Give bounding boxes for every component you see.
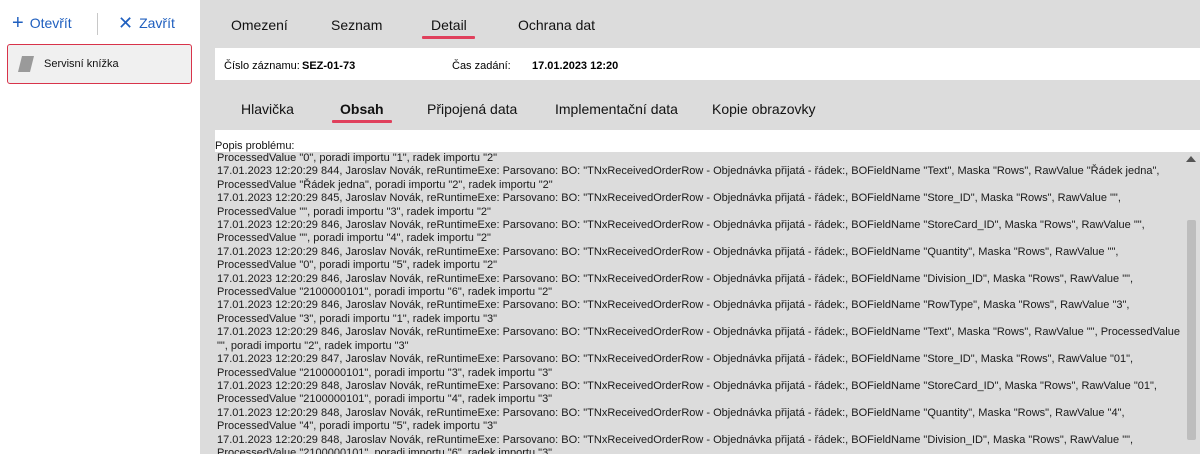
- text-line: ProcessedValue "", poradi importu "3", r…: [217, 205, 491, 218]
- text-line: ProcessedValue "", poradi importu "4", r…: [217, 232, 491, 245]
- record-info-bar: Číslo záznamu: SEZ-01-73 Čas zadání: 17.…: [215, 48, 1200, 80]
- tab-kopie-obrazovky[interactable]: Kopie obrazovky: [712, 101, 816, 117]
- text-line: 17.01.2023 12:20:29 846, Jaroslav Novák,…: [217, 219, 1145, 232]
- scrollbar-thumb[interactable]: [1187, 220, 1196, 440]
- text-line: ProcessedValue "2100000101", poradi impo…: [217, 393, 553, 406]
- problem-description-textarea[interactable]: ProcessedValue "0", poradi importu "1", …: [215, 152, 1200, 454]
- text-line: 17.01.2023 12:20:29 844, Jaroslav Novák,…: [217, 165, 1160, 178]
- open-button[interactable]: + Otevřít: [12, 13, 72, 33]
- text-line: ProcessedValue "0", poradi importu "5", …: [217, 259, 498, 272]
- tab-obsah[interactable]: Obsah: [332, 101, 392, 123]
- left-panel: + Otevřít ✕ Zavřít Servisní knížka: [0, 0, 200, 454]
- plus-icon: +: [12, 12, 24, 34]
- scroll-up-arrow-icon[interactable]: [1186, 156, 1196, 162]
- text-line: "", poradi importu "2", radek importu "3…: [217, 339, 409, 352]
- record-time-label: Čas zadání:: [452, 60, 511, 72]
- tab-pripojena-data[interactable]: Připojená data: [427, 101, 517, 117]
- text-line: ProcessedValue "2100000101", poradi impo…: [217, 446, 553, 454]
- sub-tab-bar: Hlavička Obsah Připojená data Implementa…: [200, 80, 1200, 130]
- content-area: Popis problému: ProcessedValue "0", pora…: [215, 130, 1200, 454]
- record-number-label: Číslo záznamu:: [224, 60, 300, 72]
- text-line: 17.01.2023 12:20:29 847, Jaroslav Novák,…: [217, 353, 1134, 366]
- record-time-value: 17.01.2023 12:20: [532, 60, 619, 72]
- close-button[interactable]: ✕ Zavřít: [118, 13, 175, 33]
- text-line: ProcessedValue "0", poradi importu "1", …: [217, 152, 498, 164]
- x-icon: ✕: [118, 13, 134, 33]
- text-line: 17.01.2023 12:20:29 846, Jaroslav Novák,…: [217, 299, 1130, 312]
- text-line: ProcessedValue "4", poradi importu "5", …: [217, 420, 498, 433]
- tab-omezeni[interactable]: Omezení: [231, 17, 288, 33]
- toolbar-separator: [97, 13, 98, 35]
- tab-detail[interactable]: Detail: [422, 17, 475, 39]
- sidebar-item-servisni-knizka[interactable]: Servisní knížka: [7, 44, 192, 84]
- text-line: 17.01.2023 12:20:29 846, Jaroslav Novák,…: [217, 245, 1119, 258]
- text-line: ProcessedValue "Řádek jedna", poradi imp…: [217, 178, 553, 191]
- tab-hlavicka[interactable]: Hlavička: [241, 101, 294, 117]
- flag-icon: [18, 56, 34, 72]
- text-line: 17.01.2023 12:20:29 846, Jaroslav Novák,…: [217, 326, 1180, 339]
- tab-seznam[interactable]: Seznam: [331, 17, 382, 33]
- text-line: 17.01.2023 12:20:29 848, Jaroslav Novák,…: [217, 433, 1134, 446]
- record-number-value: SEZ-01-73: [302, 60, 356, 72]
- main-panel: Omezení Seznam Detail Ochrana dat Číslo …: [200, 0, 1200, 454]
- problem-description-text: ProcessedValue "0", poradi importu "1", …: [217, 152, 1180, 454]
- text-line: 17.01.2023 12:20:29 845, Jaroslav Novák,…: [217, 192, 1121, 205]
- text-line: ProcessedValue "3", poradi importu "1", …: [217, 312, 498, 325]
- top-tab-bar: Omezení Seznam Detail Ochrana dat: [200, 0, 1200, 48]
- toolbar: + Otevřít ✕ Zavřít: [0, 0, 200, 44]
- problem-description-label: Popis problému:: [215, 140, 295, 152]
- close-label: Zavřít: [139, 15, 175, 31]
- text-line: ProcessedValue "2100000101", poradi impo…: [217, 286, 553, 299]
- text-line: 17.01.2023 12:20:29 848, Jaroslav Novák,…: [217, 406, 1125, 419]
- text-line: ProcessedValue "2100000101", poradi impo…: [217, 366, 553, 379]
- text-line: 17.01.2023 12:20:29 848, Jaroslav Novák,…: [217, 379, 1157, 392]
- open-label: Otevřít: [29, 15, 72, 31]
- text-line: 17.01.2023 12:20:29 846, Jaroslav Novák,…: [217, 272, 1134, 285]
- vertical-scrollbar[interactable]: [1183, 152, 1200, 454]
- sidebar-item-label: Servisní knížka: [44, 58, 119, 70]
- tab-implementacni-data[interactable]: Implementační data: [555, 101, 678, 117]
- tab-ochrana-dat[interactable]: Ochrana dat: [518, 17, 595, 33]
